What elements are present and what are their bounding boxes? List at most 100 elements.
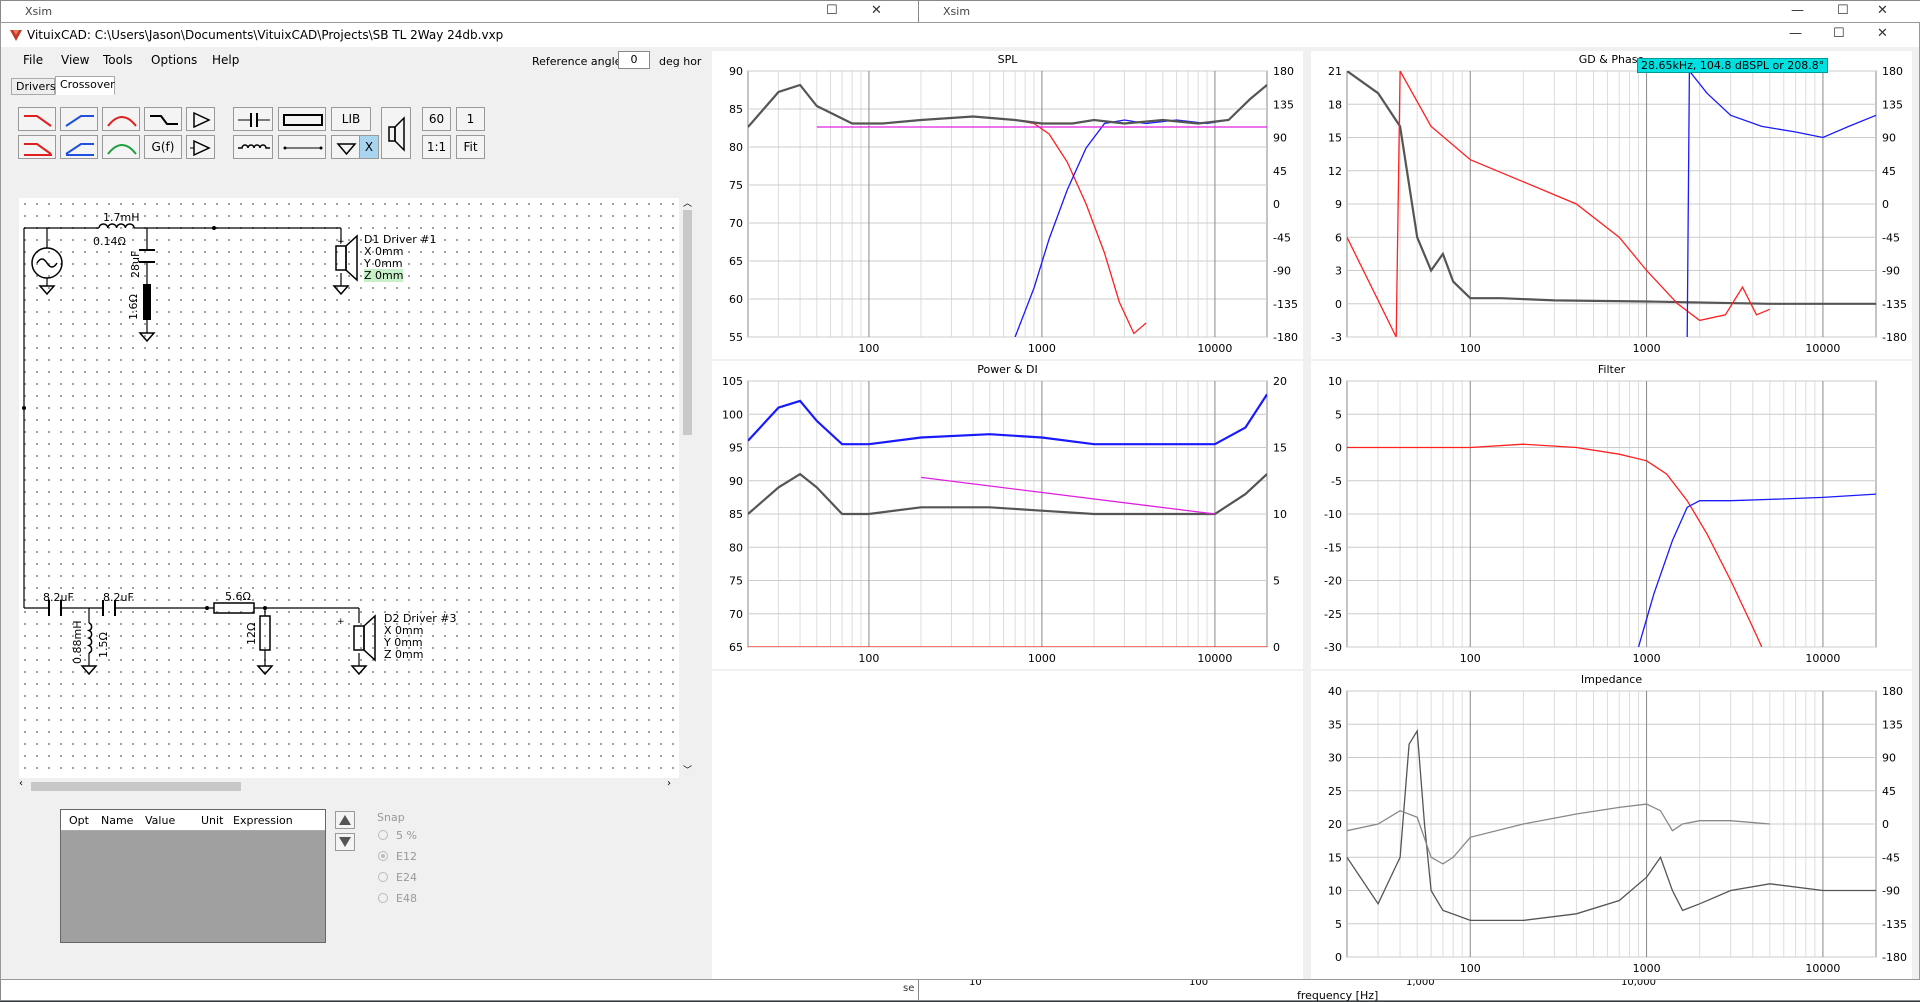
y-tick-label: 65 (729, 641, 743, 654)
filter-chart[interactable]: 10 5 0 -5 -10 -15 -20 -25 -30 100 1000 10000 (1311, 361, 1912, 669)
bg-minimize-icon[interactable]: — (1791, 3, 1804, 18)
r1-label: 1.6Ω (127, 294, 140, 320)
tab-drivers[interactable]: Drivers (11, 78, 56, 95)
y-tick-label: -10 (1324, 508, 1342, 521)
y-tick-label: 12 (1328, 165, 1342, 178)
spl-panel: SPL 90 85 80 75 70 65 60 55 180 135 90 45 0 -45 -90 -13… (712, 51, 1303, 359)
col-value[interactable]: Value (145, 814, 175, 827)
schematic-wires: + + (22, 223, 376, 676)
buffer-button[interactable] (186, 107, 215, 131)
params-table[interactable]: Opt Name Value Unit Expression (60, 809, 326, 943)
lowpass-red-button[interactable] (18, 107, 56, 131)
scroll-up-icon[interactable]: ︿ (683, 196, 692, 209)
move-down-button[interactable] (335, 833, 355, 851)
col-name[interactable]: Name (101, 814, 133, 827)
lib-button[interactable]: LIB (331, 107, 371, 131)
l2-resistance-label: 1.5Ω (97, 632, 110, 658)
bg-close-icon[interactable]: ✕ (1877, 3, 1888, 18)
bandpass-red-button[interactable] (102, 107, 140, 131)
x-tick-label: 100 (858, 342, 879, 355)
y2-tick-label: 45 (1882, 165, 1896, 178)
y-tick-label: 40 (1328, 685, 1342, 698)
gf-button[interactable]: G(f) (144, 135, 182, 159)
y-tick-label: -3 (1331, 331, 1342, 344)
y-tick-label: 21 (1328, 65, 1342, 78)
menu-help[interactable]: Help (212, 53, 239, 67)
fit-button[interactable]: Fit (456, 135, 485, 159)
schematic-canvas[interactable]: + + 1.7mH 0.14Ω 28uF 1.6Ω D1 Driver #1 X… (19, 198, 679, 778)
amplifier-button[interactable] (186, 135, 215, 159)
y-tick-label: 100 (722, 408, 743, 421)
scroll-down-icon[interactable]: ﹀ (683, 763, 692, 776)
menu-file[interactable]: File (23, 53, 43, 67)
menu-view[interactable]: View (61, 53, 89, 67)
snap-option-e24: E24 (396, 871, 417, 884)
spl-chart[interactable]: 90 85 80 75 70 65 60 55 180 135 90 45 0 -45 -90 -135 -18… (712, 51, 1303, 359)
snap-radio-e48[interactable] (378, 893, 388, 903)
horizontal-scrollbar[interactable]: ‹ › (19, 778, 679, 794)
snap-radio-e24[interactable] (378, 872, 388, 882)
y-tick-label: 105 (722, 375, 743, 388)
close-icon[interactable]: ✕ (1877, 26, 1888, 41)
move-up-button[interactable] (335, 811, 355, 829)
bandpass-green-button[interactable] (102, 135, 140, 159)
tab-crossover[interactable]: Crossover (55, 76, 115, 95)
y2-tick-label: 180 (1882, 65, 1903, 78)
minimize-icon[interactable]: — (1789, 26, 1802, 41)
snap-radio-e12[interactable] (378, 851, 388, 861)
cursor-tooltip-text: 28.65kHz, 104.8 dBSPL or 208.8° (1641, 59, 1825, 72)
x-tick-label: 1000 (1633, 342, 1661, 355)
svg-text:+: + (337, 617, 345, 627)
col-opt[interactable]: Opt (69, 814, 89, 827)
capacitor-button[interactable] (233, 107, 273, 131)
impedance-chart[interactable]: 40 35 30 25 20 15 10 5 0 180 135 90 45 0 -45 -90 -135 -18… (1311, 671, 1912, 979)
lowpass-red-2-button[interactable] (18, 135, 56, 159)
vertical-scroll-thumb[interactable] (683, 210, 692, 435)
bg-axis-label: frequency [Hz] (1297, 989, 1379, 1002)
menu-options[interactable]: Options (151, 53, 197, 67)
scroll-left-icon[interactable]: ‹ (19, 778, 23, 789)
horizontal-scroll-thumb[interactable] (31, 782, 241, 791)
wire-button[interactable] (278, 135, 326, 159)
x-tick-label: 1000 (1633, 962, 1661, 975)
x-tick-label: 10000 (1805, 652, 1840, 665)
app-logo-icon (10, 30, 22, 41)
reference-angle-input[interactable]: 0 (618, 51, 650, 69)
y-tick-label: 0 (1335, 298, 1342, 311)
reference-angle-label: Reference angle (532, 55, 622, 68)
y2-tick-label: -45 (1882, 851, 1900, 864)
speaker-icon-button[interactable] (381, 107, 411, 159)
y-tick-label: 5 (1335, 408, 1342, 421)
snap-option-e12: E12 (396, 850, 417, 863)
inductor-button[interactable] (233, 135, 273, 159)
bg-maximize-icon[interactable]: ☐ (1837, 3, 1849, 18)
snap-radio-5pct[interactable] (378, 830, 388, 840)
menu-tools[interactable]: Tools (103, 53, 133, 67)
bg-maximize-icon[interactable]: ☐ (826, 3, 838, 18)
x-button[interactable]: X (359, 135, 379, 159)
y2-tick-label: 180 (1273, 65, 1294, 78)
resistor-button[interactable] (278, 107, 326, 131)
value-1-button[interactable]: 1 (456, 107, 485, 131)
power-di-chart[interactable]: 1051009590858075706520151050100 1000 10000 (712, 361, 1303, 669)
vertical-scrollbar[interactable]: ︿ ﹀ (679, 198, 696, 778)
ground-button[interactable] (331, 135, 360, 159)
vituixcad-window: VituixCAD: C:\Users\Jason\Documents\Vitu… (0, 22, 1920, 980)
value-60-button[interactable]: 60 (422, 107, 451, 131)
scroll-right-icon[interactable]: › (667, 778, 671, 789)
maximize-icon[interactable]: ☐ (1833, 26, 1845, 41)
bg-close-icon[interactable]: ✕ (871, 3, 882, 18)
highpass-blue-button[interactable] (60, 107, 98, 131)
y-tick-label: 70 (729, 608, 743, 621)
bg-text-fragment: se (903, 983, 915, 994)
y-tick-label: 75 (729, 575, 743, 588)
y-tick-label: 95 (729, 442, 743, 455)
shelf-button[interactable] (144, 107, 182, 131)
y-tick-label: -30 (1324, 641, 1342, 654)
gd-phase-chart[interactable]: 21 18 15 12 9 6 3 0 -3 180 135 90 45 0 -45 -90 -135 -180 1… (1311, 51, 1912, 359)
filter-panel: Filter 10 5 0 -5 -10 -15 -20 -25 -30 100 1000 10000 (1311, 361, 1912, 669)
ratio-button[interactable]: 1:1 (422, 135, 451, 159)
col-expression[interactable]: Expression (233, 814, 293, 827)
col-unit[interactable]: Unit (201, 814, 223, 827)
highpass-blue-2-button[interactable] (60, 135, 98, 159)
